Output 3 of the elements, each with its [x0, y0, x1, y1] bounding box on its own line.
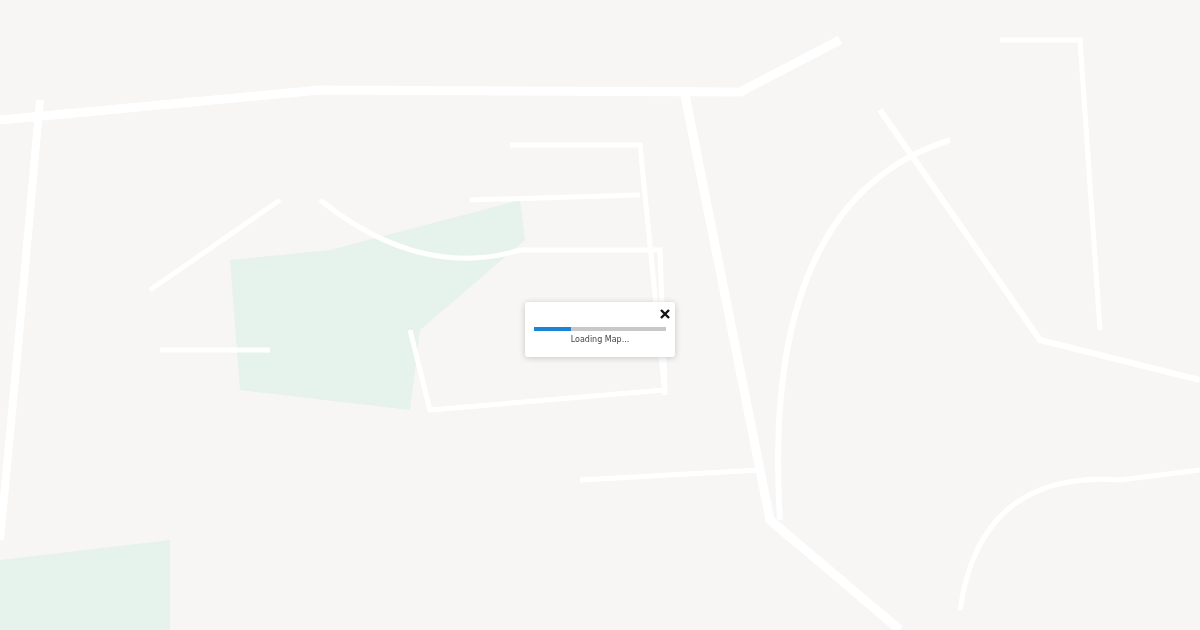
loading-message: Loading Map... [570, 335, 630, 344]
close-icon [659, 308, 670, 319]
close-button[interactable] [658, 307, 671, 320]
